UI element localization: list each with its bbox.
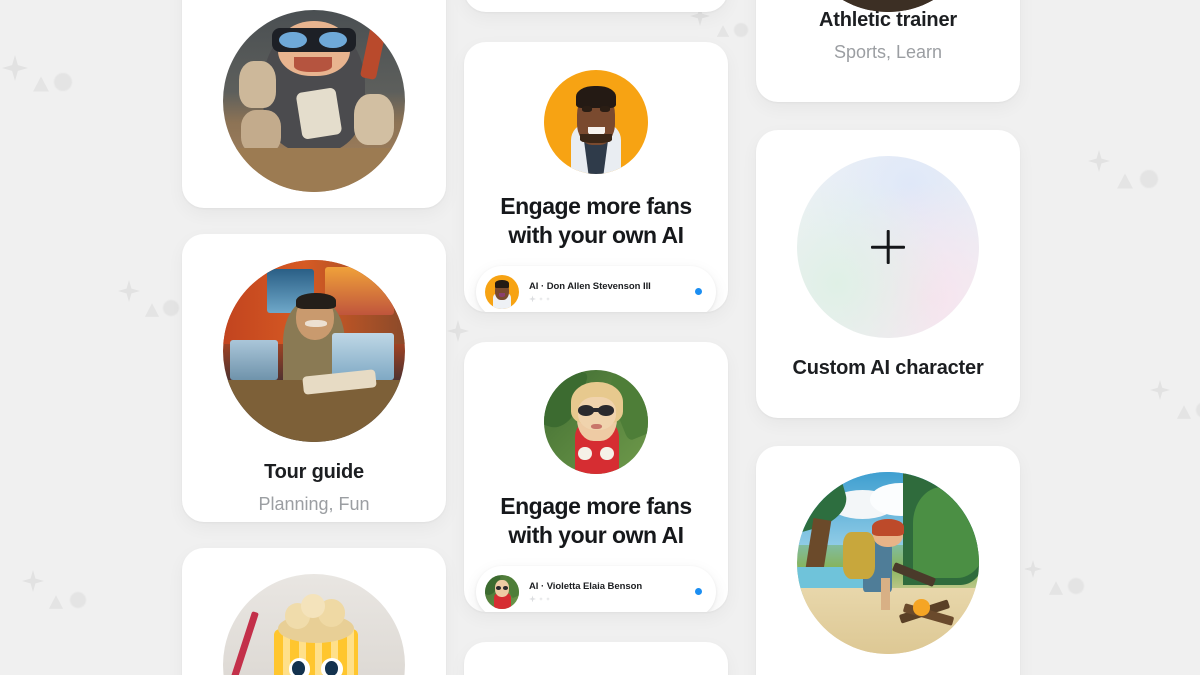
promo-headline-line2: with your own AI	[508, 521, 684, 548]
sparkle-icon	[539, 296, 543, 301]
custom-ai-character-orb	[797, 156, 979, 338]
promo-headline-line1: Engage more fans	[500, 193, 692, 219]
promo-headline-line2: with your own AI	[508, 221, 684, 248]
popcorn-character-avatar	[223, 574, 405, 675]
don-allen-stevenson-pill-avatar	[485, 274, 519, 309]
chat-pill-title: AI · Violetta Elaia Benson	[529, 581, 643, 593]
tour-guide-avatar	[223, 260, 405, 442]
athletic-trainer-avatar	[797, 0, 979, 12]
promo-headline-line1: Engage more fans	[500, 493, 692, 519]
sparkle-icon-group	[529, 295, 685, 303]
character-board: Meme master Creativity, Funny	[0, 0, 1200, 675]
meme-master-avatar	[223, 10, 405, 192]
violetta-elaia-benson-pill-avatar	[485, 574, 519, 609]
outdoor-adventurer-avatar	[797, 472, 979, 654]
sparkle-icon	[546, 596, 550, 601]
character-column-left: Meme master Creativity, Funny	[182, 0, 446, 675]
card-athletic-trainer[interactable]: Athletic trainer Sports, Learn	[756, 0, 1020, 102]
card-tour-guide[interactable]: Tour guide Planning, Fun	[182, 234, 446, 522]
character-column-right: Athletic trainer Sports, Learn Custom AI…	[756, 0, 1020, 675]
sparkle-icon-group	[529, 595, 685, 603]
card-tags: Planning, Fun	[258, 494, 370, 514]
card-outdoor-adventurer[interactable]: Outdoor adventurer	[756, 446, 1020, 675]
sparkle-icon	[546, 296, 550, 301]
card-promo-partial-bottom[interactable]	[464, 642, 728, 675]
sparkle-icon	[529, 595, 536, 603]
promo-headline: Engage more fans with your own AI	[482, 492, 710, 550]
status-badge	[695, 288, 702, 296]
sparkle-icon	[529, 295, 536, 303]
card-promo-partial-top[interactable]	[464, 0, 728, 12]
chat-pill-title: AI · Don Allen Stevenson III	[529, 281, 651, 293]
chat-pill-body: AI · Don Allen Stevenson III	[529, 281, 685, 303]
chat-pill-don-allen-stevenson[interactable]: AI · Don Allen Stevenson III	[476, 265, 716, 312]
card-promo-violetta-elaia-benson[interactable]: Engage more fans with your own AI AI · V…	[464, 342, 728, 612]
card-custom-ai-character[interactable]: Custom AI character	[756, 130, 1020, 418]
promo-headline: Engage more fans with your own AI	[482, 192, 710, 250]
card-popcorn-character[interactable]	[182, 548, 446, 675]
card-title: Custom AI character	[792, 357, 984, 379]
sparkle-icon	[539, 596, 543, 601]
card-meme-master[interactable]: Meme master Creativity, Funny	[182, 0, 446, 208]
don-allen-stevenson-avatar	[544, 70, 648, 174]
chat-pill-violetta-elaia-benson[interactable]: AI · Violetta Elaia Benson	[476, 565, 716, 612]
status-badge	[695, 588, 702, 596]
card-promo-don-allen-stevenson[interactable]: Engage more fans with your own AI AI · D…	[464, 42, 728, 312]
card-title: Tour guide	[264, 461, 364, 483]
card-tags: Sports, Learn	[833, 42, 943, 62]
plus-icon	[871, 230, 905, 264]
promo-column-middle: Engage more fans with your own AI AI · D…	[464, 0, 728, 675]
chat-pill-body: AI · Violetta Elaia Benson	[529, 581, 685, 603]
violetta-elaia-benson-avatar	[544, 370, 648, 474]
